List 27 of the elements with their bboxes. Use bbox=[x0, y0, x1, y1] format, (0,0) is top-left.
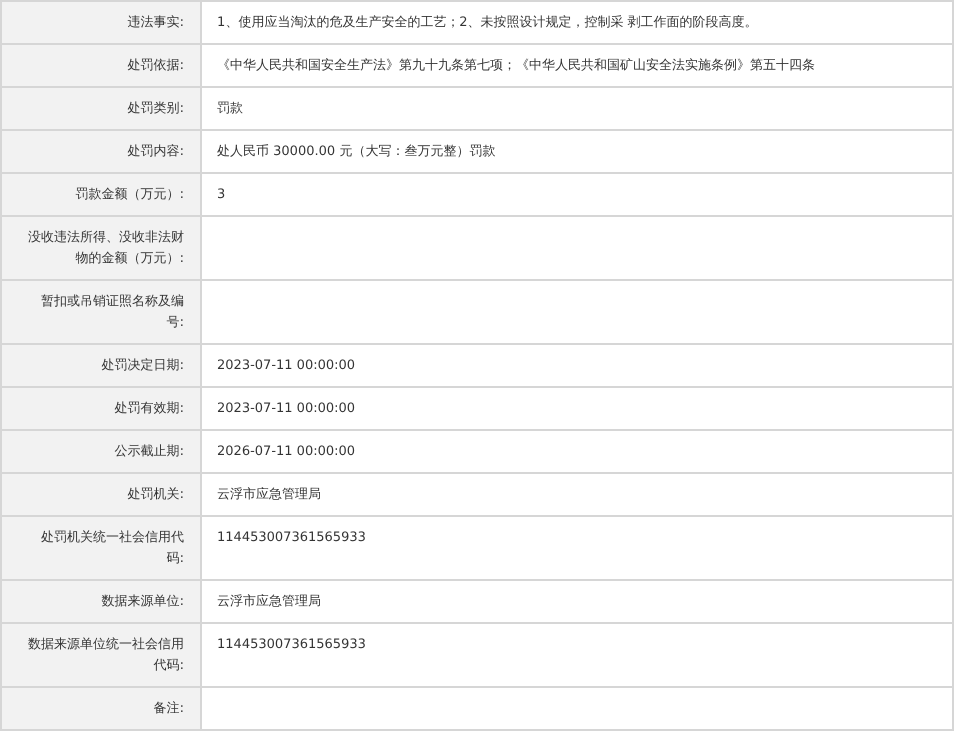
field-value-cell: 处人民币 30000.00 元（大写：叁万元整）罚款 bbox=[201, 130, 953, 173]
field-label-cell: 公示截止期: bbox=[1, 430, 201, 473]
field-label-cell: 罚款金额（万元）: bbox=[1, 173, 201, 216]
field-label-cell: 没收违法所得、没收非法财物的金额（万元）: bbox=[1, 216, 201, 280]
field-label-cell: 处罚依据: bbox=[1, 44, 201, 87]
field-label-cell: 数据来源单位统一社会信用代码: bbox=[1, 623, 201, 687]
field-value-cell: 114453007361565933 bbox=[201, 623, 953, 687]
field-value-cell: 2023-07-11 00:00:00 bbox=[201, 344, 953, 387]
field-label-cell: 处罚机关统一社会信用代码: bbox=[1, 516, 201, 580]
field-label-cell: 违法事实: bbox=[1, 1, 201, 44]
field-value-cell: 云浮市应急管理局 bbox=[201, 473, 953, 516]
field-label-cell: 处罚内容: bbox=[1, 130, 201, 173]
field-label-cell: 数据来源单位: bbox=[1, 580, 201, 623]
field-value-cell: 《中华人民共和国安全生产法》第九十九条第七项；《中华人民共和国矿山安全法实施条例》第五十四条 bbox=[201, 44, 953, 87]
field-value-cell: 2026-07-11 00:00:00 bbox=[201, 430, 953, 473]
field-value-cell: 云浮市应急管理局 bbox=[201, 580, 953, 623]
field-value-cell: 2023-07-11 00:00:00 bbox=[201, 387, 953, 430]
field-value-cell: 罚款 bbox=[201, 87, 953, 130]
field-label-cell: 备注: bbox=[1, 687, 201, 730]
field-label-cell: 暂扣或吊销证照名称及编号: bbox=[1, 280, 201, 344]
field-label-cell: 处罚类别: bbox=[1, 87, 201, 130]
field-label-cell: 处罚决定日期: bbox=[1, 344, 201, 387]
field-value-cell: 1、使用应当淘汰的危及生产安全的工艺；2、未按照设计规定，控制采 剥工作面的阶段高度。 bbox=[201, 1, 953, 44]
field-label-cell: 处罚机关: bbox=[1, 473, 201, 516]
field-value-cell: 114453007361565933 bbox=[201, 516, 953, 580]
field-value-cell: 3 bbox=[201, 173, 953, 216]
field-label-cell: 处罚有效期: bbox=[1, 387, 201, 430]
